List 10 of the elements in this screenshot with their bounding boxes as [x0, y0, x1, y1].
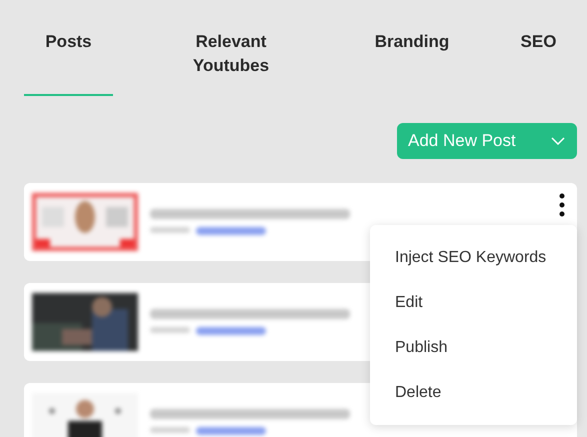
menu-item[interactable]: Delete [370, 380, 577, 404]
tab[interactable]: SEO [500, 30, 577, 96]
menu-item[interactable]: Publish [370, 336, 577, 360]
more-options-icon[interactable] [559, 193, 565, 217]
tab[interactable]: Relevant Youtubes [170, 30, 292, 96]
tab[interactable]: Branding [350, 30, 474, 96]
tab[interactable]: Posts [24, 30, 113, 96]
chevron-down-icon [551, 137, 565, 145]
menu-item[interactable]: Inject SEO Keywords [370, 246, 577, 270]
menu-item[interactable]: Edit [370, 290, 577, 314]
